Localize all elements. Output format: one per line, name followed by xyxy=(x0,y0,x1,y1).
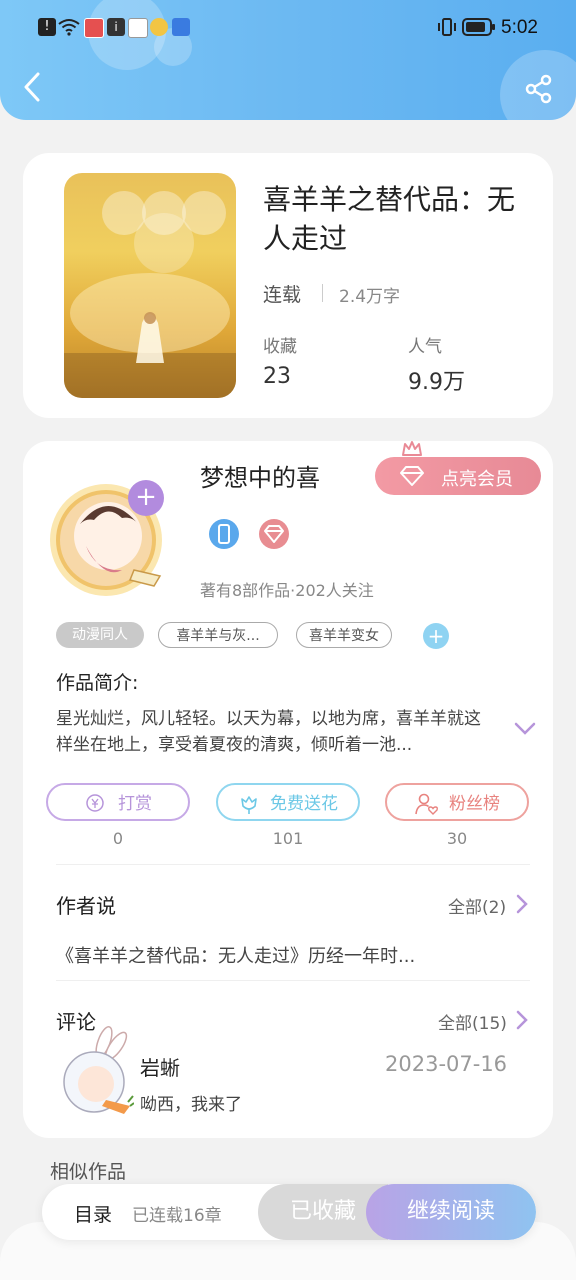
book-status: 连载 xyxy=(263,284,302,306)
favorites-label: 收藏 xyxy=(263,337,297,357)
fans-button[interactable]: 粉丝榜 xyxy=(385,783,529,821)
intro-text[interactable]: 星光灿烂，风儿轻轻。以天为幕，以地为席，喜羊羊就这样坐在地上，享受着夏夜的清爽，… xyxy=(56,706,496,758)
flower-button[interactable]: 免费送花 xyxy=(216,783,360,821)
popularity-value: 9.9万 xyxy=(408,370,465,395)
similar-works-title: 相似作品 xyxy=(50,1161,127,1183)
tag-chip[interactable]: 喜羊羊与灰... xyxy=(158,622,278,648)
commenter-name[interactable]: 岩蜥 xyxy=(140,1052,180,1081)
vip-button[interactable]: 点亮会员 xyxy=(375,441,541,495)
app-notification-icon: i xyxy=(107,18,125,36)
book-cover-image[interactable] xyxy=(64,173,236,398)
status-bar: ! i 5:02 xyxy=(0,10,576,46)
share-icon[interactable] xyxy=(524,74,554,104)
user-heart-icon xyxy=(415,793,438,815)
meta-divider xyxy=(322,284,323,302)
vibrate-icon xyxy=(438,18,456,36)
fans-count: 30 xyxy=(446,829,468,848)
diamond-icon xyxy=(400,466,424,486)
chapter-count: 已连载16章 xyxy=(132,1206,222,1226)
author-says-preview[interactable]: 《喜羊羊之替代品：无人走过》历经一年时... xyxy=(56,942,526,968)
author-name[interactable]: 梦想中的喜 xyxy=(200,458,320,493)
flower-label: 免费送花 xyxy=(270,794,338,814)
app-notification-icon xyxy=(128,18,148,38)
book-cover-art xyxy=(64,191,236,398)
diamond-badge-icon xyxy=(259,519,289,549)
weibo-icon xyxy=(150,18,168,36)
phone-badge-icon xyxy=(209,519,239,549)
flower-count: 101 xyxy=(272,829,304,848)
popularity-label: 人气 xyxy=(408,337,442,357)
coin-icon xyxy=(86,794,104,812)
author-says-title: 作者说 xyxy=(56,894,116,918)
back-arrow-icon[interactable] xyxy=(20,70,44,104)
section-divider xyxy=(56,980,530,981)
reward-button[interactable]: 打赏 xyxy=(46,783,190,821)
add-tag-button[interactable]: + xyxy=(423,623,449,649)
comment-date: 2023-07-16 xyxy=(385,1052,508,1076)
tag-chip[interactable]: 喜羊羊变女 xyxy=(296,622,392,648)
toc-button[interactable]: 目录 xyxy=(74,1200,112,1227)
author-avatar[interactable] xyxy=(46,480,194,598)
commenter-avatar[interactable] xyxy=(58,1026,135,1122)
author-says-all-link[interactable]: 全部(2) xyxy=(448,893,506,918)
intro-label: 作品简介: xyxy=(56,672,139,694)
author-stats: 著有8部作品·202人关注 xyxy=(200,581,374,600)
wifi-icon xyxy=(58,19,80,36)
crown-icon xyxy=(402,441,422,456)
favorites-value: 23 xyxy=(263,364,291,389)
fans-label: 粉丝榜 xyxy=(449,794,500,814)
vip-label: 点亮会员 xyxy=(441,469,513,490)
reward-count: 0 xyxy=(112,829,124,848)
flower-icon xyxy=(241,796,257,814)
alert-icon: ! xyxy=(38,18,56,36)
chevron-right-icon[interactable] xyxy=(515,1009,529,1031)
bottom-action-bar: 目录 已连载16章 已收藏 继续阅读 xyxy=(42,1184,536,1240)
clock-time: 5:02 xyxy=(501,17,538,38)
battery-icon xyxy=(462,18,495,36)
app-notification-icon xyxy=(172,18,190,36)
reward-label: 打赏 xyxy=(118,794,152,814)
app-notification-icon xyxy=(84,18,104,38)
book-title: 喜羊羊之替代品：无人走过 xyxy=(263,183,516,255)
chevron-right-icon[interactable] xyxy=(515,893,529,915)
expand-chevron-icon[interactable] xyxy=(514,722,536,736)
tag-chip[interactable]: 动漫同人 xyxy=(56,622,144,648)
word-count: 2.4万字 xyxy=(339,287,401,307)
comments-all-link[interactable]: 全部(15) xyxy=(438,1009,507,1034)
comment-text[interactable]: 呦西，我来了 xyxy=(140,1090,242,1115)
follow-plus-button[interactable]: + xyxy=(128,480,164,516)
section-divider xyxy=(56,864,530,865)
continue-reading-button[interactable]: 继续阅读 xyxy=(366,1184,536,1240)
